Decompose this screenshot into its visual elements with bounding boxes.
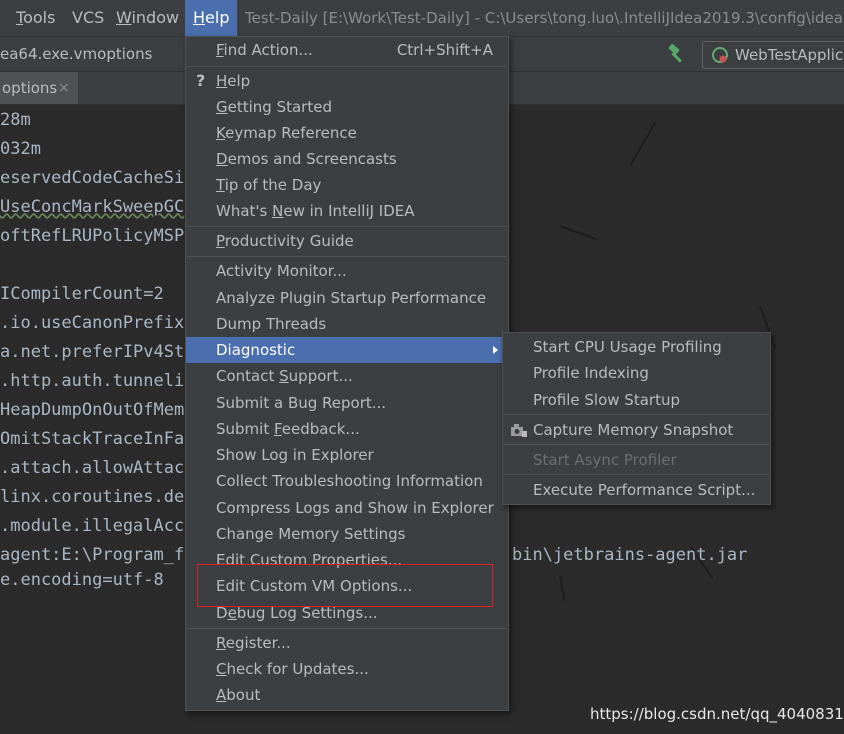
spring-boot-icon: [712, 47, 728, 63]
submenu-item-start-cpu-profiling[interactable]: Start CPU Usage Profiling: [503, 334, 770, 360]
run-configuration-selector[interactable]: WebTestApplic: [702, 41, 844, 69]
editor-tab-vmoptions[interactable]: options ×: [0, 72, 78, 104]
code-line: .io.useCanonPrefix: [0, 313, 185, 333]
window-title: Test-Daily [E:\Work\Test-Daily] - C:\Use…: [245, 9, 844, 27]
code-line: 28m: [0, 110, 31, 130]
submenu-item-capture-memory-snapshot[interactable]: Capture Memory Snapshot: [503, 417, 770, 443]
menu-separator: [504, 474, 769, 475]
menu-item-whats-new[interactable]: What's New in IntelliJ IDEA: [186, 198, 508, 224]
code-line: linx.coroutines.de: [0, 487, 185, 507]
submenu-item-profile-indexing[interactable]: Profile Indexing: [503, 360, 770, 386]
code-line: .http.auth.tunneli: [0, 371, 185, 391]
menu-separator: [504, 444, 769, 445]
menu-item-help[interactable]: ? Help: [186, 68, 508, 94]
code-line: a.net.preferIPv4St: [0, 342, 185, 362]
code-line: ICompilerCount=2: [0, 284, 164, 304]
menu-item-tip-of-the-day[interactable]: Tip of the Day: [186, 172, 508, 198]
menu-item-submit-feedback[interactable]: Submit Feedback...: [186, 416, 508, 442]
submenu-item-start-async-profiler: Start Async Profiler: [533, 451, 677, 469]
main-menubar: Tools VCS Window Help Test-Daily [E:\Wor…: [0, 0, 844, 37]
menu-item-about[interactable]: About: [186, 682, 508, 708]
menu-item-collect-troubleshooting[interactable]: Collect Troubleshooting Information: [186, 468, 508, 494]
menu-separator: [187, 628, 507, 629]
menu-item-find-action[interactable]: Find Action... Ctrl+Shift+A: [186, 37, 508, 63]
background-stroke: [559, 225, 598, 241]
menu-item-getting-started[interactable]: Getting Started: [186, 94, 508, 120]
help-menu-popup: Find Action... Ctrl+Shift+A ? Help Getti…: [185, 36, 509, 711]
menu-item-register[interactable]: Register...: [186, 630, 508, 656]
menu-item-change-memory[interactable]: Change Memory Settings: [186, 521, 508, 547]
code-line: .module.illegalAcc: [0, 516, 185, 536]
code-line: UseConcMarkSweepGC: [0, 197, 185, 217]
menu-separator: [187, 256, 507, 257]
submenu-arrow-icon: [493, 346, 498, 354]
diagnostic-submenu: Start CPU Usage Profiling Profile Indexi…: [502, 332, 771, 505]
code-line: e.encoding=utf-8: [0, 570, 164, 590]
menu-item-activity-monitor[interactable]: Activity Monitor...: [186, 258, 508, 284]
menu-separator: [504, 414, 769, 415]
menu-item-contact-support[interactable]: Contact Support...: [186, 363, 508, 389]
menu-item-compress-logs[interactable]: Compress Logs and Show in Explorer: [186, 495, 508, 521]
build-hammer-icon[interactable]: [666, 43, 688, 65]
code-line: agent:E:\Program_f: [0, 545, 185, 565]
code-line-tail: bin\jetbrains-agent.jar: [512, 545, 748, 565]
code-line: oftRefLRUPolicyMSP: [0, 226, 185, 246]
memory-snapshot-icon: [511, 424, 527, 437]
background-stroke: [629, 122, 656, 167]
menu-item-keymap-reference[interactable]: Keymap Reference: [186, 120, 508, 146]
watermark-text: https://blog.csdn.net/qq_40408317: [590, 705, 844, 723]
code-line: HeapDumpOnOutOfMem: [0, 400, 185, 420]
code-line: eservedCodeCacheSi: [0, 168, 185, 188]
menu-help[interactable]: Help: [185, 0, 238, 36]
menu-item-dump-threads[interactable]: Dump Threads: [186, 311, 508, 337]
question-mark-icon: ?: [196, 71, 206, 90]
annotation-highlight-box: [197, 564, 493, 607]
menu-separator: [187, 66, 507, 67]
menu-item-productivity-guide[interactable]: Productivity Guide: [186, 228, 508, 254]
menu-item-analyze-plugin-startup[interactable]: Analyze Plugin Startup Performance: [186, 285, 508, 311]
run-configuration-name: WebTestApplic: [735, 46, 844, 64]
code-line: OmitStackTraceInFa: [0, 429, 185, 449]
submenu-item-profile-slow-startup[interactable]: Profile Slow Startup: [503, 387, 770, 413]
submenu-item-execute-performance-script[interactable]: Execute Performance Script...: [503, 477, 770, 503]
breadcrumb-file[interactable]: ea64.exe.vmoptions: [0, 37, 152, 71]
menu-window[interactable]: Window: [108, 0, 187, 36]
find-action-shortcut: Ctrl+Shift+A: [396, 41, 493, 59]
menu-item-show-log[interactable]: Show Log in Explorer: [186, 442, 508, 468]
menu-item-check-for-updates[interactable]: Check for Updates...: [186, 656, 508, 682]
menu-item-submit-bug-report[interactable]: Submit a Bug Report...: [186, 390, 508, 416]
code-line: 032m: [0, 139, 41, 159]
background-stroke: [559, 575, 566, 601]
menu-item-diagnostic[interactable]: Diagnostic: [186, 337, 508, 363]
menu-separator: [187, 226, 507, 227]
menu-tools[interactable]: Tools: [8, 0, 63, 36]
menu-item-demos[interactable]: Demos and Screencasts: [186, 146, 508, 172]
tab-label: options: [2, 79, 58, 97]
menu-vcs[interactable]: VCS: [64, 0, 112, 36]
code-line: .attach.allowAttac: [0, 458, 185, 478]
close-icon[interactable]: ×: [58, 72, 70, 104]
